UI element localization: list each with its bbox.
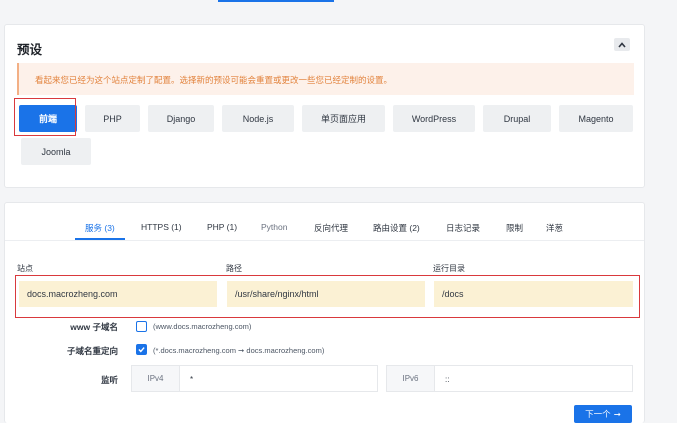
tab-service[interactable]: 服务 (3) xyxy=(75,222,125,240)
collapse-button[interactable] xyxy=(614,38,630,51)
ipv4-value: * xyxy=(190,375,194,384)
top-accent-bar xyxy=(218,0,334,2)
preset-wordpress-button[interactable]: WordPress xyxy=(393,105,475,132)
tab-php[interactable]: PHP (1) xyxy=(207,222,237,232)
tab-python[interactable]: Python xyxy=(261,222,287,232)
next-button[interactable]: 下一个 ➞ xyxy=(574,405,632,423)
ipv4-tag: IPv4 xyxy=(132,366,180,391)
tab-onion[interactable]: 洋葱 xyxy=(546,222,563,234)
ipv4-field[interactable]: IPv4 * xyxy=(131,365,378,392)
chevron-up-icon xyxy=(618,41,626,48)
root-label: 运行目录 xyxy=(433,264,465,273)
tab-https[interactable]: HTTPS (1) xyxy=(141,222,182,232)
tab-limits[interactable]: 限制 xyxy=(506,222,523,234)
tab-bar: 服务 (3) HTTPS (1) PHP (1) Python 反向代理 路由设… xyxy=(5,203,644,240)
path-label: 路径 xyxy=(226,264,242,273)
tab-logging[interactable]: 日志记录 xyxy=(446,222,480,234)
www-label: www 子域名 xyxy=(70,322,118,332)
check-icon xyxy=(138,347,145,353)
preset-django-button[interactable]: Django xyxy=(148,105,214,132)
preset-drupal-button[interactable]: Drupal xyxy=(483,105,551,132)
preset-selection-highlight xyxy=(14,98,76,136)
preset-joomla-button[interactable]: Joomla xyxy=(21,138,91,165)
redirect-checkbox[interactable] xyxy=(136,344,147,355)
tab-divider xyxy=(5,240,644,241)
preset-title: 预设 xyxy=(17,43,43,57)
preset-php-button[interactable]: PHP xyxy=(85,105,140,132)
www-hint: (www.docs.macrozheng.com) xyxy=(153,322,252,331)
ipv6-value: :: xyxy=(445,375,450,384)
ipv6-tag: IPv6 xyxy=(387,366,435,391)
site-label: 站点 xyxy=(17,264,33,273)
redirect-label: 子域名重定向 xyxy=(66,346,118,356)
tab-routing[interactable]: 路由设置 (2) xyxy=(373,222,420,234)
listen-label: 监听 xyxy=(100,375,118,385)
tab-reverse-proxy[interactable]: 反向代理 xyxy=(314,222,348,234)
fields-highlight xyxy=(15,275,640,318)
preset-card: 预设 看起来您已经为这个站点定制了配置。选择新的预设可能会重置或更改一些您已经定… xyxy=(4,24,645,188)
www-checkbox[interactable] xyxy=(136,321,147,332)
arrow-right-icon: ➞ xyxy=(613,408,621,419)
ipv6-field[interactable]: IPv6 :: xyxy=(386,365,633,392)
preset-spa-button[interactable]: 单页面应用 xyxy=(302,105,385,132)
preset-warning: 看起来您已经为这个站点定制了配置。选择新的预设可能会重置或更改一些您已经定制的设… xyxy=(17,63,634,95)
preset-nodejs-button[interactable]: Node.js xyxy=(222,105,294,132)
redirect-hint: (*.docs.macrozheng.com ➞ docs.macrozheng… xyxy=(153,346,325,355)
next-button-label: 下一个 xyxy=(585,409,611,419)
preset-magento-button[interactable]: Magento xyxy=(559,105,633,132)
